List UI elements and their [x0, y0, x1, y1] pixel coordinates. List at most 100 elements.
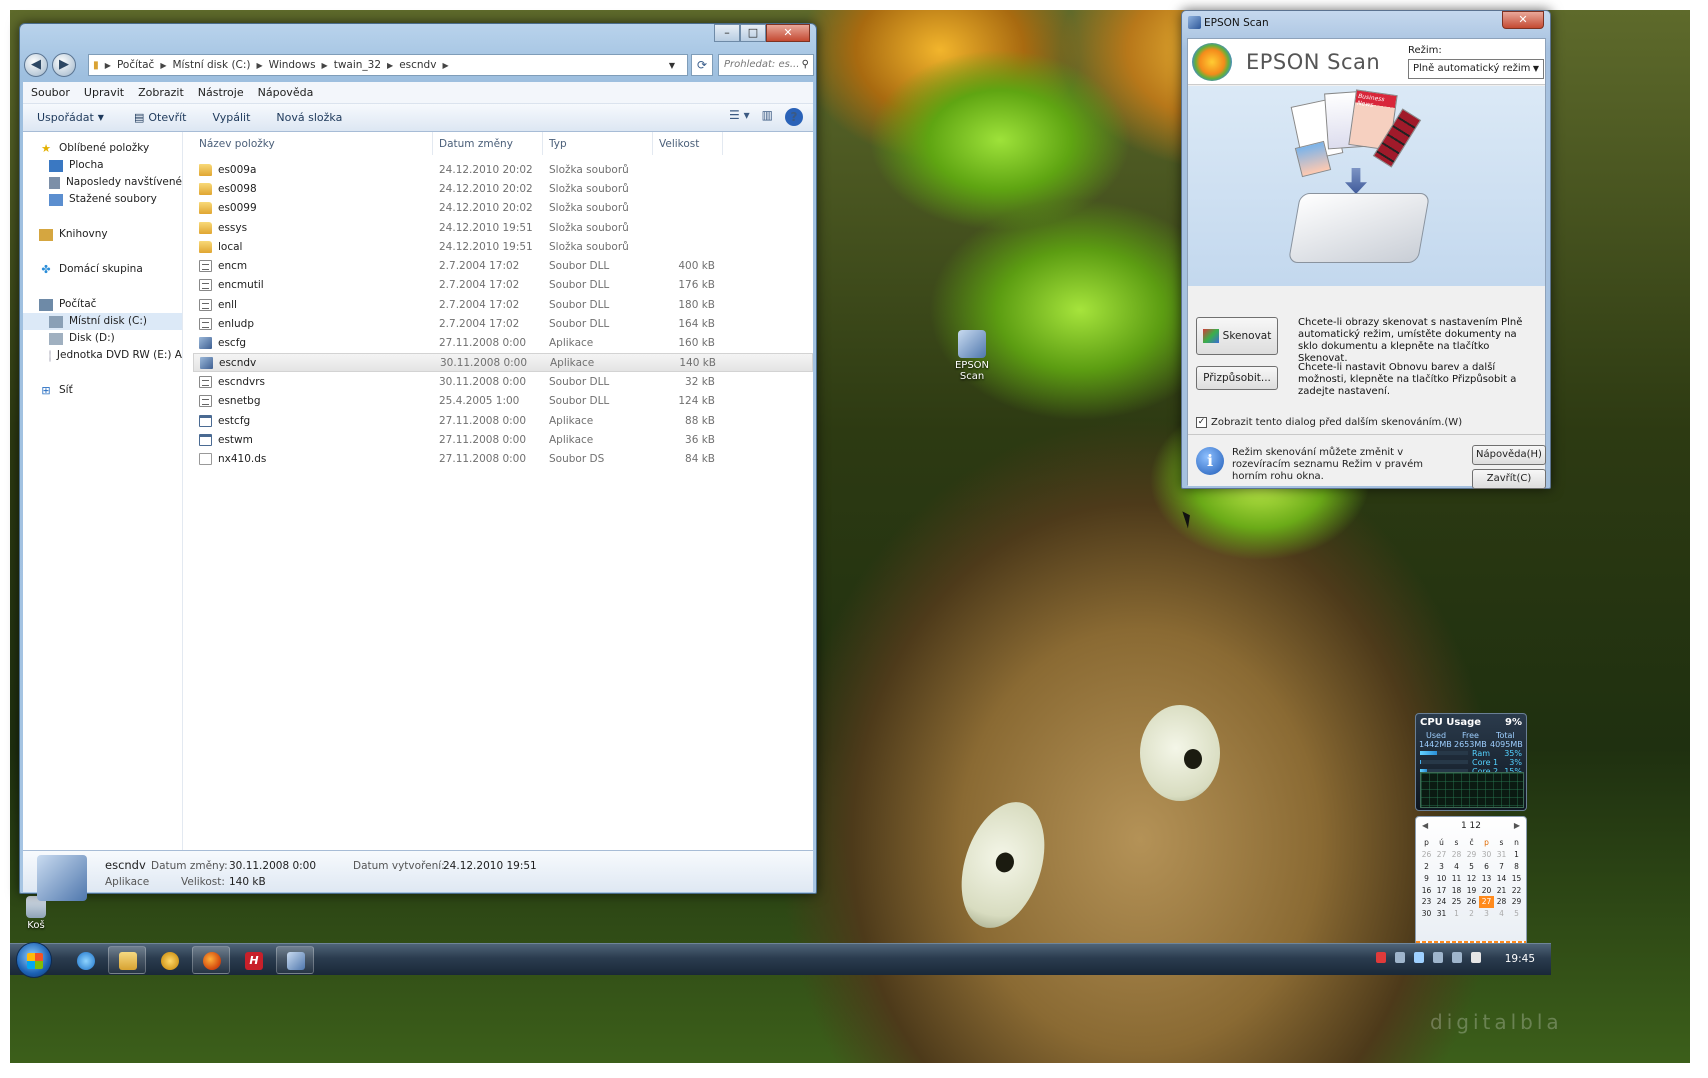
security-icon[interactable]	[1376, 952, 1386, 963]
calendar-day[interactable]: 30	[1479, 849, 1494, 861]
column-size[interactable]: Velikost	[653, 132, 723, 155]
menu-tools[interactable]: Nástroje	[198, 86, 244, 99]
forward-button[interactable]: ▶	[52, 53, 76, 77]
nav-recent[interactable]: Naposledy navštívené	[23, 174, 182, 191]
maximize-button[interactable]: □	[740, 24, 766, 42]
volume-icon[interactable]	[1433, 952, 1443, 963]
file-row[interactable]: esnetbg 25.4.2005 1:00 Soubor DLL 124 kB	[193, 392, 813, 411]
desktop-icon-recycle-bin[interactable]: Koš	[12, 896, 60, 931]
taskbar-epson-scan[interactable]	[276, 946, 314, 974]
preview-pane-icon[interactable]: ▥	[762, 108, 773, 126]
nav-computer[interactable]: Počítač	[23, 296, 182, 313]
nav-favorites[interactable]: ★ Oblíbené položky	[23, 140, 182, 157]
calendar-day[interactable]: 6	[1479, 861, 1494, 873]
calendar-day[interactable]: 2	[1464, 908, 1479, 920]
calendar-day[interactable]: 15	[1509, 872, 1524, 884]
taskbar-explorer[interactable]	[108, 946, 146, 974]
organize-button[interactable]: Uspořádat ▼	[37, 111, 108, 124]
calendar-day[interactable]: 11	[1449, 872, 1464, 884]
refresh-button[interactable]: ⟳	[691, 54, 713, 76]
breadcrumb-item[interactable]: Windows	[269, 59, 316, 71]
help-icon[interactable]: ?	[785, 108, 803, 126]
scan-button[interactable]: Skenovat	[1196, 317, 1278, 355]
taskbar-app[interactable]	[150, 946, 188, 974]
chevron-down-icon[interactable]: ▼	[669, 61, 675, 70]
customize-button[interactable]: Přizpůsobit...	[1196, 366, 1278, 390]
file-row[interactable]: escndvrs 30.11.2008 0:00 Soubor DLL 32 kB	[193, 372, 813, 391]
close-button[interactable]: ✕	[1502, 11, 1544, 29]
network-icon[interactable]	[1395, 952, 1405, 963]
explorer-window[interactable]: – □ ✕ ◀ ▶ ▮ ▶ Počítač ▶ Místní disk (C:) ▶…	[19, 23, 817, 901]
help-button[interactable]: Nápověda(H)	[1472, 445, 1546, 465]
calendar-day[interactable]: 31	[1494, 849, 1509, 861]
calendar-day[interactable]: 3	[1434, 861, 1449, 873]
calendar-day[interactable]: 25	[1449, 896, 1464, 908]
views-icon[interactable]: ☰ ▾	[729, 108, 750, 126]
calendar-day[interactable]: 28	[1494, 896, 1509, 908]
calendar-day[interactable]: 13	[1479, 872, 1494, 884]
file-row[interactable]: essys 24.12.2010 19:51 Složka souborů	[193, 218, 813, 237]
dialog-close-button[interactable]: Zavřít(C)	[1472, 469, 1546, 489]
file-row[interactable]: es0099 24.12.2010 20:02 Složka souborů	[193, 199, 813, 218]
calendar-day[interactable]: 4	[1449, 861, 1464, 873]
address-bar[interactable]: ▮ ▶ Počítač ▶ Místní disk (C:) ▶ Windows ▶ …	[88, 54, 688, 76]
open-button[interactable]: ▤ Otevřít	[134, 111, 187, 124]
file-row[interactable]: encm 2.7.2004 17:02 Soubor DLL 400 kB	[193, 256, 813, 275]
breadcrumb-item[interactable]: escndv	[399, 59, 436, 71]
back-button[interactable]: ◀	[24, 53, 48, 77]
nav-libraries[interactable]: Knihovny	[23, 226, 182, 243]
calendar-day[interactable]: 17	[1434, 884, 1449, 896]
calendar-day[interactable]: 29	[1509, 896, 1524, 908]
calendar-day[interactable]: 7	[1494, 861, 1509, 873]
taskbar-clock[interactable]: 19:45	[1505, 953, 1535, 965]
display-icon[interactable]	[1452, 952, 1462, 963]
search-icon[interactable]: ⚲	[802, 55, 809, 75]
file-row[interactable]: enll 2.7.2004 17:02 Soubor DLL 180 kB	[193, 295, 813, 314]
nav-dvd[interactable]: Jednotka DVD RW (E:) A	[23, 347, 182, 364]
file-row[interactable]: enludp 2.7.2004 17:02 Soubor DLL 164 kB	[193, 314, 813, 333]
search-input[interactable]: Prohledat: es... ⚲	[718, 54, 814, 76]
calendar-day[interactable]: 27	[1434, 849, 1449, 861]
calendar-gadget[interactable]: ◀ 1 12 ▶ p ú s č p s n 26 27 28 29 30 31 1 2 3 4 5 6 7 8 9 10 1…	[1415, 816, 1527, 951]
calendar-day[interactable]: 21	[1494, 884, 1509, 896]
column-name[interactable]: Název položky	[193, 132, 433, 155]
mode-select[interactable]: Plně automatický režim ▼	[1408, 59, 1544, 79]
flag-icon[interactable]	[1471, 952, 1481, 963]
file-row[interactable]: encmutil 2.7.2004 17:02 Soubor DLL 176 kB	[193, 276, 813, 295]
calendar-day[interactable]: 12	[1464, 872, 1479, 884]
nav-drive-d[interactable]: Disk (D:)	[23, 330, 182, 347]
calendar-day[interactable]: 5	[1509, 908, 1524, 920]
file-row[interactable]: es0098 24.12.2010 20:02 Složka souborů	[193, 179, 813, 198]
calendar-day[interactable]: 28	[1449, 849, 1464, 861]
calendar-day[interactable]: 18	[1449, 884, 1464, 896]
file-row[interactable]: estwm 27.11.2008 0:00 Aplikace 36 kB	[193, 430, 813, 449]
calendar-day[interactable]: 29	[1464, 849, 1479, 861]
minimize-button[interactable]: –	[714, 24, 740, 42]
taskbar-hp[interactable]: H	[234, 946, 272, 974]
calendar-day[interactable]: 14	[1494, 872, 1509, 884]
column-type[interactable]: Typ	[543, 132, 653, 155]
calendar-day[interactable]: 27	[1479, 895, 1494, 908]
epson-scan-dialog[interactable]: EPSON Scan ✕ EPSON Scan Režim: Plně auto…	[1181, 10, 1551, 489]
calendar-day[interactable]: 8	[1509, 861, 1524, 873]
breadcrumb-item[interactable]: twain_32	[334, 59, 381, 71]
calendar-day[interactable]: 2	[1419, 861, 1434, 873]
menu-edit[interactable]: Upravit	[84, 86, 124, 99]
calendar-day[interactable]: 20	[1479, 884, 1494, 896]
calendar-day[interactable]: 22	[1509, 884, 1524, 896]
calendar-day[interactable]: 19	[1464, 884, 1479, 896]
file-row[interactable]: local 24.12.2010 19:51 Složka souborů	[193, 237, 813, 256]
menu-view[interactable]: Zobrazit	[138, 86, 184, 99]
nav-downloads[interactable]: Stažené soubory	[23, 191, 182, 208]
taskbar-ie[interactable]	[66, 946, 104, 974]
calendar-day[interactable]: 16	[1419, 884, 1434, 896]
bluetooth-icon[interactable]	[1414, 952, 1424, 963]
nav-network[interactable]: ⊞ Síť	[23, 382, 182, 399]
breadcrumb-item[interactable]: Počítač	[117, 59, 154, 71]
calendar-day[interactable]: 26	[1419, 849, 1434, 861]
menu-help[interactable]: Nápověda	[258, 86, 314, 99]
file-row[interactable]: nx410.ds 27.11.2008 0:00 Soubor DS 84 kB	[193, 449, 813, 468]
chevron-right-icon[interactable]: ▶	[1514, 821, 1520, 830]
file-row[interactable]: es009a 24.12.2010 20:02 Složka souborů	[193, 160, 813, 179]
burn-button[interactable]: Vypálit	[213, 111, 251, 124]
